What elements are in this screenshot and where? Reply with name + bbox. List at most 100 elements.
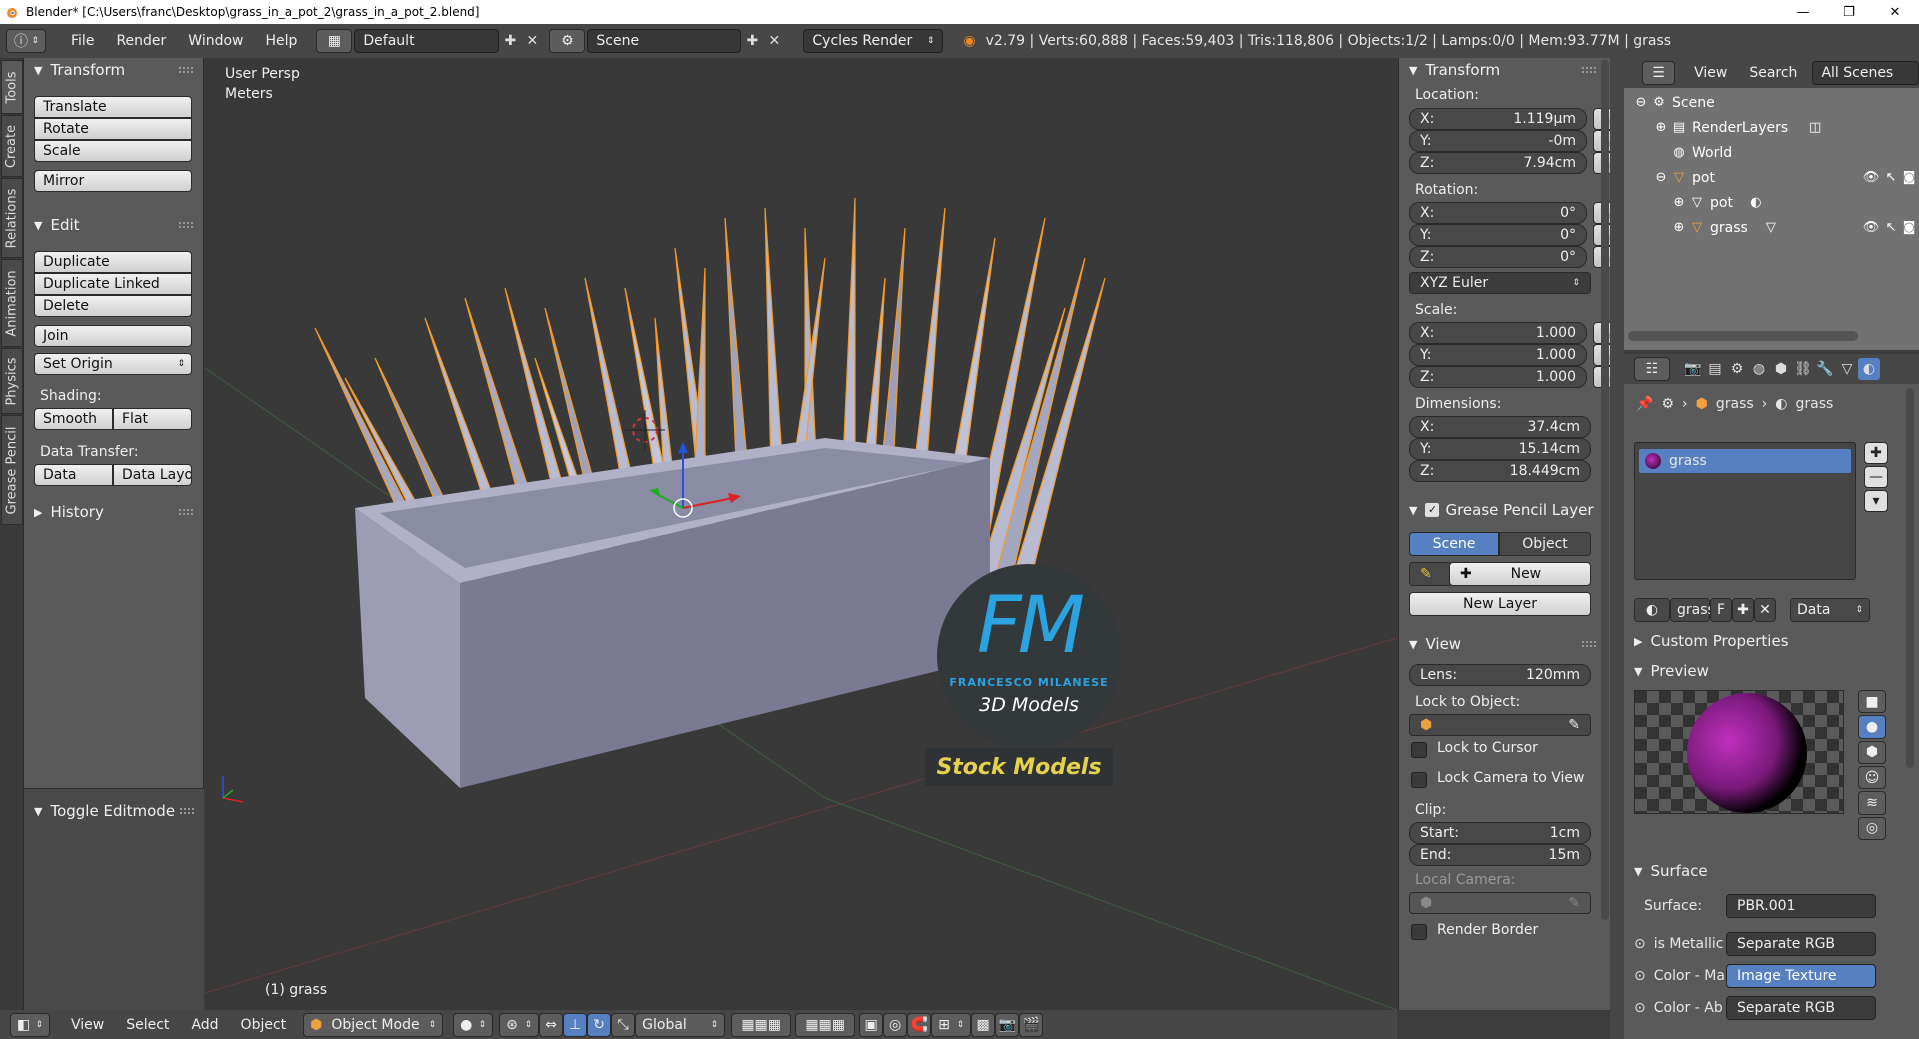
scale-button[interactable]: Scale: [34, 140, 192, 162]
color-ma-node-field[interactable]: Image Texture: [1726, 964, 1876, 988]
local-camera-field[interactable]: ⬢ ✎: [1409, 892, 1591, 914]
layout-selector-button[interactable]: ▦: [316, 29, 353, 53]
history-panel-header[interactable]: ▶ History: [24, 500, 203, 524]
drag-grip-icon[interactable]: [1582, 641, 1596, 647]
editor-type-button[interactable]: ⓘ ⇕: [6, 29, 46, 53]
rotation-x-field[interactable]: X: 0°: [1409, 202, 1587, 224]
modifiers-tab-icon[interactable]: 🔧: [1814, 358, 1836, 380]
close-button[interactable]: ✕: [1872, 0, 1918, 24]
render-anim-icon[interactable]: 🎬: [1019, 1012, 1044, 1037]
drag-grip-icon[interactable]: [179, 222, 193, 228]
menu-render[interactable]: Render: [105, 33, 177, 49]
menu-object[interactable]: Object: [230, 1017, 298, 1033]
eyedropper-icon[interactable]: ✎: [1568, 717, 1580, 733]
scale-z-field[interactable]: Z: 1.000: [1409, 366, 1587, 388]
transform-panel-header[interactable]: ▼ Transform: [24, 58, 203, 82]
outliner-row-renderlayers[interactable]: ⊕ ▤ RenderLayers ◫: [1624, 115, 1919, 140]
new-material-icon[interactable]: ✚: [1732, 598, 1754, 622]
slot-menu-icon[interactable]: ▾: [1864, 490, 1888, 512]
lock-object-field[interactable]: ⬢ ✎: [1409, 714, 1591, 736]
menu-select[interactable]: Select: [115, 1017, 180, 1033]
rotation-z-field[interactable]: Z: 0°: [1409, 246, 1587, 268]
eye-icon[interactable]: 👁: [1862, 169, 1880, 187]
lock-camera-checkbox[interactable]: [1411, 772, 1427, 788]
outliner-filter-dropdown[interactable]: All Scenes: [1812, 61, 1919, 85]
gp-new-button[interactable]: ✚ New: [1449, 562, 1591, 586]
fake-user-button[interactable]: F: [1710, 598, 1732, 622]
view-panel-header[interactable]: ▼ View: [1399, 632, 1610, 656]
grease-pencil-header[interactable]: ▼ ✓ Grease Pencil Layer: [1399, 498, 1610, 522]
outliner-row-pot[interactable]: ⊖ ▽ pot 👁 ↖ ◙: [1624, 165, 1919, 190]
tab-animation[interactable]: Animation: [1, 259, 23, 347]
outliner-row-scene[interactable]: ⊖ ⚙ Scene: [1624, 90, 1919, 115]
surface-header[interactable]: ▼ Surface: [1634, 862, 1708, 880]
gp-pencil-dropdown[interactable]: ✎: [1409, 562, 1453, 586]
tab-physics[interactable]: Physics: [1, 348, 23, 414]
scale-x-field[interactable]: X: 1.000: [1409, 322, 1587, 344]
render-tab-icon[interactable]: 📷: [1682, 358, 1704, 380]
gp-new-layer-button[interactable]: New Layer: [1409, 592, 1591, 616]
tab-create[interactable]: Create: [1, 115, 23, 177]
material-name-field[interactable]: grass: [1670, 598, 1715, 622]
material-slot-list[interactable]: grass: [1634, 442, 1856, 580]
drag-grip-icon[interactable]: [179, 509, 193, 515]
snap-element-dropdown[interactable]: ⊞ ⇕: [931, 1012, 972, 1037]
lock-cursor-checkbox[interactable]: [1411, 742, 1427, 758]
data-tab-icon[interactable]: ▽: [1836, 358, 1858, 380]
snap-toggle-icon[interactable]: 🧲: [907, 1012, 932, 1037]
translate-button[interactable]: Translate: [34, 96, 192, 118]
object-tab-icon[interactable]: ⬢: [1770, 358, 1792, 380]
material-tab-icon[interactable]: ◐: [1858, 358, 1880, 380]
link-mode-dropdown[interactable]: Data ⇕: [1790, 598, 1870, 622]
remove-layout-icon[interactable]: ✕: [521, 30, 543, 52]
preview-cube-icon[interactable]: ⬢: [1858, 740, 1886, 764]
tab-grease-pencil[interactable]: Grease Pencil: [1, 415, 23, 525]
maximize-button[interactable]: ❐: [1826, 0, 1872, 24]
outliner-editor-type[interactable]: ☰: [1642, 61, 1676, 85]
join-button[interactable]: Join: [34, 325, 192, 347]
location-y-field[interactable]: Y: -0m: [1409, 130, 1587, 152]
layer-grid-2[interactable]: ▦▦▦: [795, 1012, 856, 1037]
menu-file[interactable]: File: [60, 33, 105, 49]
gp-object-toggle[interactable]: Object: [1499, 532, 1591, 556]
duplicate-linked-button[interactable]: Duplicate Linked: [34, 273, 192, 295]
material-browse-button[interactable]: ◐: [1634, 598, 1670, 622]
preview-monkey-icon[interactable]: ☺: [1858, 765, 1886, 790]
expand-icon[interactable]: ⊕: [1670, 194, 1688, 212]
metallic-node-field[interactable]: Separate RGB: [1726, 932, 1876, 956]
lens-field[interactable]: Lens: 120mm: [1409, 664, 1591, 686]
area-divider[interactable]: [1610, 58, 1624, 1039]
preview-header[interactable]: ▼ Preview: [1634, 662, 1709, 680]
add-layout-icon[interactable]: ✚: [499, 30, 521, 52]
render-border-checkbox[interactable]: [1411, 924, 1427, 940]
input-socket-icon[interactable]: ⊙: [1634, 936, 1646, 952]
toggle-editmode-header[interactable]: ▼ Toggle Editmode: [24, 799, 204, 823]
expand-icon[interactable]: ⊕: [1670, 219, 1688, 237]
menu-add[interactable]: Add: [180, 1017, 229, 1033]
viewport-shading-dropdown[interactable]: ● ⇕: [453, 1012, 494, 1037]
scene-tab-icon[interactable]: ⚙: [1726, 358, 1748, 380]
camera-render-icon[interactable]: ◙: [1900, 169, 1918, 187]
outliner-row-pot-mesh[interactable]: ⊕ ▽ pot ◐: [1624, 190, 1919, 215]
clip-start-field[interactable]: Start: 1cm: [1409, 822, 1591, 844]
preview-hair-icon[interactable]: ≋: [1858, 791, 1886, 815]
remove-scene-icon[interactable]: ✕: [763, 30, 785, 52]
edit-panel-header[interactable]: ▼ Edit: [24, 213, 203, 237]
3d-viewport[interactable]: User Persp Meters (1) grass FM FRANCESCO…: [205, 58, 1397, 1010]
checkbox-checked-icon[interactable]: ✓: [1425, 503, 1440, 517]
input-socket-icon[interactable]: ⊙: [1634, 968, 1646, 984]
outliner-scrollbar[interactable]: [1628, 331, 1858, 341]
lock-layers-icon[interactable]: ▣: [859, 1012, 884, 1037]
drag-grip-icon[interactable]: [179, 67, 193, 73]
translate-manipulator-icon[interactable]: ⊥: [563, 1012, 588, 1037]
mirror-button[interactable]: Mirror: [34, 170, 192, 192]
collapse-icon[interactable]: ⊖: [1652, 169, 1670, 187]
rotate-manipulator-icon[interactable]: ↻: [587, 1012, 612, 1037]
proportional-edit-icon[interactable]: ◎: [883, 1012, 908, 1037]
outliner-search-menu[interactable]: Search: [1738, 65, 1808, 81]
outliner-view-menu[interactable]: View: [1683, 65, 1738, 81]
tab-relations[interactable]: Relations: [1, 178, 23, 258]
eyedropper-icon[interactable]: ✎: [1568, 895, 1580, 911]
outliner-row-grass[interactable]: ⊕ ▽ grass ▽ 👁 ↖ ◙: [1624, 215, 1919, 240]
orientation-dropdown[interactable]: Global ⇕: [635, 1012, 726, 1037]
